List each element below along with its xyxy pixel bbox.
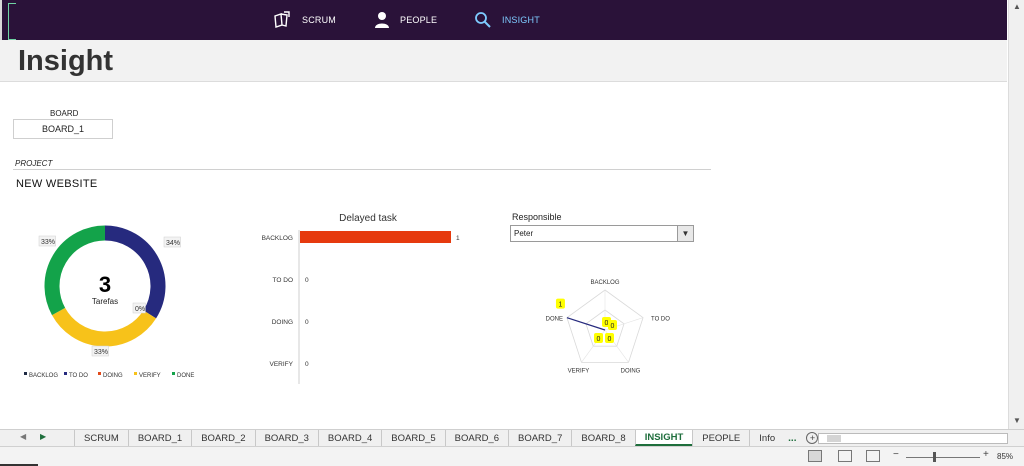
responsible-label: Responsible <box>512 212 562 222</box>
legend-label-done: DONE <box>177 373 194 379</box>
bar-value-doing: 0 <box>305 319 309 326</box>
legend-marker-done <box>172 372 175 375</box>
spreadsheet-app: SCRUM PEOPLE INSIGHT Insight ▲ ▼ BOARD B… <box>0 0 1024 466</box>
nav-people-label: PEOPLE <box>400 15 438 25</box>
zoom-slider[interactable] <box>906 457 980 458</box>
donut-label-done: 33% <box>41 239 55 246</box>
radar-axis-done: DONE <box>546 317 563 323</box>
radar-axis-doing: DOING <box>621 368 641 374</box>
page-layout-view-icon[interactable] <box>838 450 852 462</box>
radar-series <box>566 317 606 331</box>
scrum-icon <box>272 10 292 30</box>
legend-label-to-do: TO DO <box>69 373 88 379</box>
vertical-scrollbar[interactable]: ▲ ▼ <box>1008 0 1024 430</box>
project-name: NEW WEBSITE <box>16 178 98 190</box>
nav-insight-label: INSIGHT <box>502 15 540 25</box>
radar-label-doing: 0 <box>608 336 612 343</box>
sheet-tab-board-8[interactable]: BOARD_8 <box>571 430 634 446</box>
bar-value-verify: 0 <box>305 361 309 368</box>
zoom-in-icon[interactable]: + <box>983 449 989 460</box>
radar-axis-to-do: TO DO <box>651 317 670 323</box>
delayed-task-chart: Delayed task BACKLOG 1 TO DO 0 DOING 0 VERIFY 0 <box>262 213 460 384</box>
sheet-tab-insight[interactable]: INSIGHT <box>634 430 693 446</box>
legend-marker-backlog <box>24 372 27 375</box>
project-divider <box>13 169 711 170</box>
status-bar: − + 85% <box>0 446 1024 466</box>
donut-label-doing: 0% <box>135 306 145 313</box>
zoom-level[interactable]: 85% <box>997 452 1013 461</box>
radar-label-to-do: 0 <box>611 323 615 330</box>
donut-label-verify: 33% <box>94 349 108 356</box>
bar-value-to-do: 0 <box>305 277 309 284</box>
sheet-tab-board-1[interactable]: BOARD_1 <box>127 430 191 446</box>
zoom-out-icon[interactable]: − <box>893 449 899 460</box>
person-icon <box>374 11 390 29</box>
zoom-slider-thumb[interactable] <box>933 452 936 462</box>
bar-chart-title: Delayed task <box>339 213 398 224</box>
sheet-tabs: SCRUM BOARD_1 BOARD_2 BOARD_3 BOARD_4 BOARD_5… <box>74 430 824 447</box>
board-label: BOARD <box>50 109 79 118</box>
tab-prev-icon[interactable]: ◀ <box>20 432 26 441</box>
nav-people[interactable]: PEOPLE <box>374 0 437 40</box>
legend-marker-to-do <box>64 372 67 375</box>
radar-axis-backlog: BACKLOG <box>590 280 619 286</box>
nav-insight[interactable]: INSIGHT <box>474 0 540 40</box>
bar-tick-verify: VERIFY <box>270 361 294 368</box>
radar-label-backlog: 0 <box>605 320 609 327</box>
title-band: Insight <box>0 40 1007 82</box>
bar-tick-backlog: BACKLOG <box>262 235 293 242</box>
sheet-tab-people[interactable]: PEOPLE <box>692 430 749 446</box>
legend-label-doing: DOING <box>103 373 123 379</box>
donut-center-value: 3 <box>99 272 111 297</box>
legend-label-backlog: BACKLOG <box>29 373 58 379</box>
chevron-down-icon[interactable]: ▼ <box>677 226 693 241</box>
sheet-tab-info[interactable]: Info <box>749 430 784 446</box>
selection-marker <box>8 3 16 40</box>
donut-label-to-do: 34% <box>166 240 180 247</box>
scroll-up-icon[interactable]: ▲ <box>1012 2 1022 12</box>
radar-label-done: 1 <box>558 302 562 309</box>
bar-backlog <box>300 231 451 243</box>
top-nav: SCRUM PEOPLE INSIGHT <box>0 0 1007 40</box>
search-icon <box>474 11 492 29</box>
donut-slice-verify <box>51 307 157 347</box>
radar-label-verify: 0 <box>597 336 601 343</box>
horizontal-scrollbar[interactable] <box>818 433 1008 444</box>
sheet-tabs-bar: ◀ ▶ SCRUM BOARD_1 BOARD_2 BOARD_3 BOARD_4 BOA… <box>0 429 1024 446</box>
sheet-tab-board-6[interactable]: BOARD_6 <box>444 430 508 446</box>
sheet-tab-board-3[interactable]: BOARD_3 <box>254 430 318 446</box>
radar-axis-verify: VERIFY <box>568 368 590 374</box>
sheet-tab-board-5[interactable]: BOARD_5 <box>381 430 444 446</box>
donut-center-label: Tarefas <box>92 297 118 306</box>
legend-label-verify: VERIFY <box>139 373 161 379</box>
sheet-tab-board-7[interactable]: BOARD_7 <box>508 430 571 446</box>
responsible-value: Peter <box>514 229 534 238</box>
more-sheets-button[interactable]: ... <box>784 430 800 447</box>
nav-scrum[interactable]: SCRUM <box>272 0 336 40</box>
add-sheet-icon[interactable]: + <box>806 432 819 444</box>
bar-tick-doing: DOING <box>272 319 293 326</box>
nav-scrum-label: SCRUM <box>302 15 336 25</box>
legend-marker-verify <box>134 372 137 375</box>
page-title: Insight <box>18 45 114 77</box>
bar-value-backlog: 1 <box>456 235 460 242</box>
sheet-tab-scrum[interactable]: SCRUM <box>74 430 128 446</box>
scroll-thumb[interactable] <box>827 435 841 442</box>
status-donut-chart: 34% 0% 33% 33% 3Tarefas BACKLOG TO DO DOING VERI… <box>24 225 194 379</box>
sheet-tab-board-2[interactable]: BOARD_2 <box>191 430 254 446</box>
board-select[interactable]: BOARD_1 <box>13 119 113 139</box>
normal-view-icon[interactable] <box>808 450 822 462</box>
responsible-select[interactable]: Peter ▼ <box>510 225 694 242</box>
tab-next-icon[interactable]: ▶ <box>40 432 46 441</box>
scroll-down-icon[interactable]: ▼ <box>1012 416 1022 426</box>
legend-marker-doing <box>98 372 101 375</box>
sheet-tab-board-4[interactable]: BOARD_4 <box>317 430 381 446</box>
project-label: PROJECT <box>15 159 53 168</box>
page-break-view-icon[interactable] <box>866 450 880 462</box>
responsible-radar-chart: BACKLOGTO DODOINGVERIFYDONE0 0001 <box>546 280 671 374</box>
bar-tick-to-do: TO DO <box>273 277 293 284</box>
